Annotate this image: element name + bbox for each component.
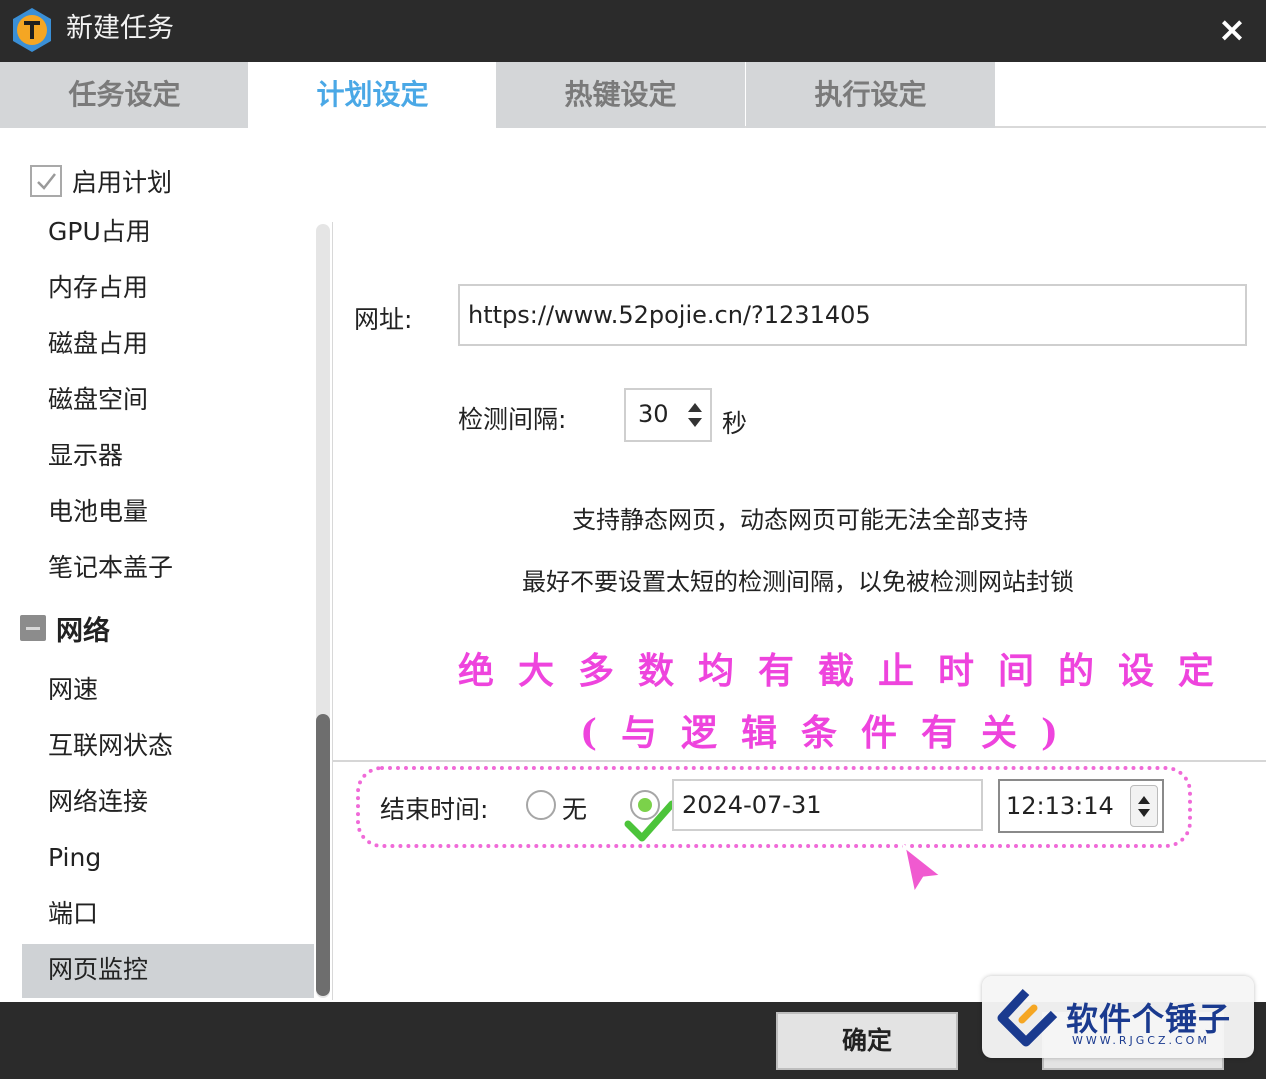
sidebar-item-network-connection[interactable]: 网络连接 xyxy=(22,776,314,828)
note-interval-warning: 最好不要设置太短的检测间隔，以免被检测网站封锁 xyxy=(522,568,1074,596)
tab-task-settings[interactable]: 任务设定 xyxy=(0,62,249,128)
watermark-site: WWW.RJGCZ.COM xyxy=(1072,1034,1210,1047)
interval-stepper-arrows[interactable] xyxy=(682,392,708,438)
app-logo-icon xyxy=(13,8,51,52)
brand-logo-icon xyxy=(997,988,1058,1047)
sidebar-item-gpu[interactable]: GPU占用 xyxy=(22,206,314,258)
end-time-label: 结束时间: xyxy=(380,795,489,824)
interval-stepper[interactable]: 30 xyxy=(624,388,712,442)
time-stepper[interactable] xyxy=(1130,785,1158,827)
checkbox-checked-icon xyxy=(30,165,62,197)
sidebar-group-label: 网络 xyxy=(56,615,110,647)
sidebar-item-ping[interactable]: Ping xyxy=(22,832,314,884)
arrow-down-icon[interactable] xyxy=(688,418,702,427)
sidebar-group-network[interactable]: 网络 xyxy=(20,606,110,650)
end-time-input[interactable]: 12:13:14 xyxy=(998,779,1164,833)
end-date-input[interactable]: 2024-07-31 xyxy=(672,779,983,831)
sidebar-item-port[interactable]: 端口 xyxy=(22,888,314,940)
url-label: 网址: xyxy=(354,305,413,334)
enable-schedule-label: 启用计划 xyxy=(72,168,173,197)
interval-value: 30 xyxy=(638,400,669,428)
tab-execute-settings[interactable]: 执行设定 xyxy=(746,62,995,128)
collapse-icon xyxy=(20,615,46,641)
end-time-value: 12:13:14 xyxy=(1006,792,1114,820)
window-title: 新建任务 xyxy=(66,13,174,44)
annotation-line-1: 绝大多数均有截止时间的设定 xyxy=(458,650,1239,692)
enable-schedule-checkbox[interactable]: 启用计划 xyxy=(30,163,172,199)
tab-hotkey-settings[interactable]: 热键设定 xyxy=(496,62,745,128)
sidebar-item-disk-space[interactable]: 磁盘空间 xyxy=(22,374,314,426)
section-divider xyxy=(333,760,1266,762)
sidebar-item-memory[interactable]: 内存占用 xyxy=(22,262,314,314)
sidebar-scrollbar-thumb[interactable] xyxy=(316,714,330,996)
radio-none[interactable] xyxy=(526,790,556,820)
tab-schedule-settings[interactable]: 计划设定 xyxy=(248,62,497,128)
interval-label: 检测间隔: xyxy=(458,405,567,434)
title-bar: 新建任务 × xyxy=(0,0,1266,62)
url-input[interactable]: https://www.52pojie.cn/?1231405 xyxy=(458,284,1247,346)
arrow-down-icon[interactable] xyxy=(1138,808,1150,817)
sidebar-item-display[interactable]: 显示器 xyxy=(22,430,314,482)
sidebar-item-disk-usage[interactable]: 磁盘占用 xyxy=(22,318,314,370)
checkmark-icon xyxy=(624,800,676,842)
annotation-line-2: (与逻辑条件有关) xyxy=(580,712,1083,754)
content-divider xyxy=(332,222,333,1000)
watermark-badge: 软件个锤子 WWW.RJGCZ.COM xyxy=(982,976,1254,1058)
arrow-up-icon[interactable] xyxy=(1138,795,1150,804)
radio-none-label: 无 xyxy=(562,795,588,824)
sidebar-item-laptop-lid[interactable]: 笔记本盖子 xyxy=(22,542,314,594)
note-static-pages: 支持静态网页，动态网页可能无法全部支持 xyxy=(572,506,1028,534)
sidebar-item-internet-status[interactable]: 互联网状态 xyxy=(22,720,314,772)
mouse-cursor-icon xyxy=(901,842,946,898)
sidebar-item-battery[interactable]: 电池电量 xyxy=(22,486,314,538)
interval-unit: 秒 xyxy=(722,409,748,438)
arrow-up-icon[interactable] xyxy=(688,403,702,412)
sidebar-item-webpage-monitor[interactable]: 网页监控 xyxy=(22,944,314,998)
sidebar-item-net-speed[interactable]: 网速 xyxy=(22,664,314,716)
ok-button[interactable]: 确定 xyxy=(776,1012,958,1070)
close-icon[interactable]: × xyxy=(1212,12,1252,48)
